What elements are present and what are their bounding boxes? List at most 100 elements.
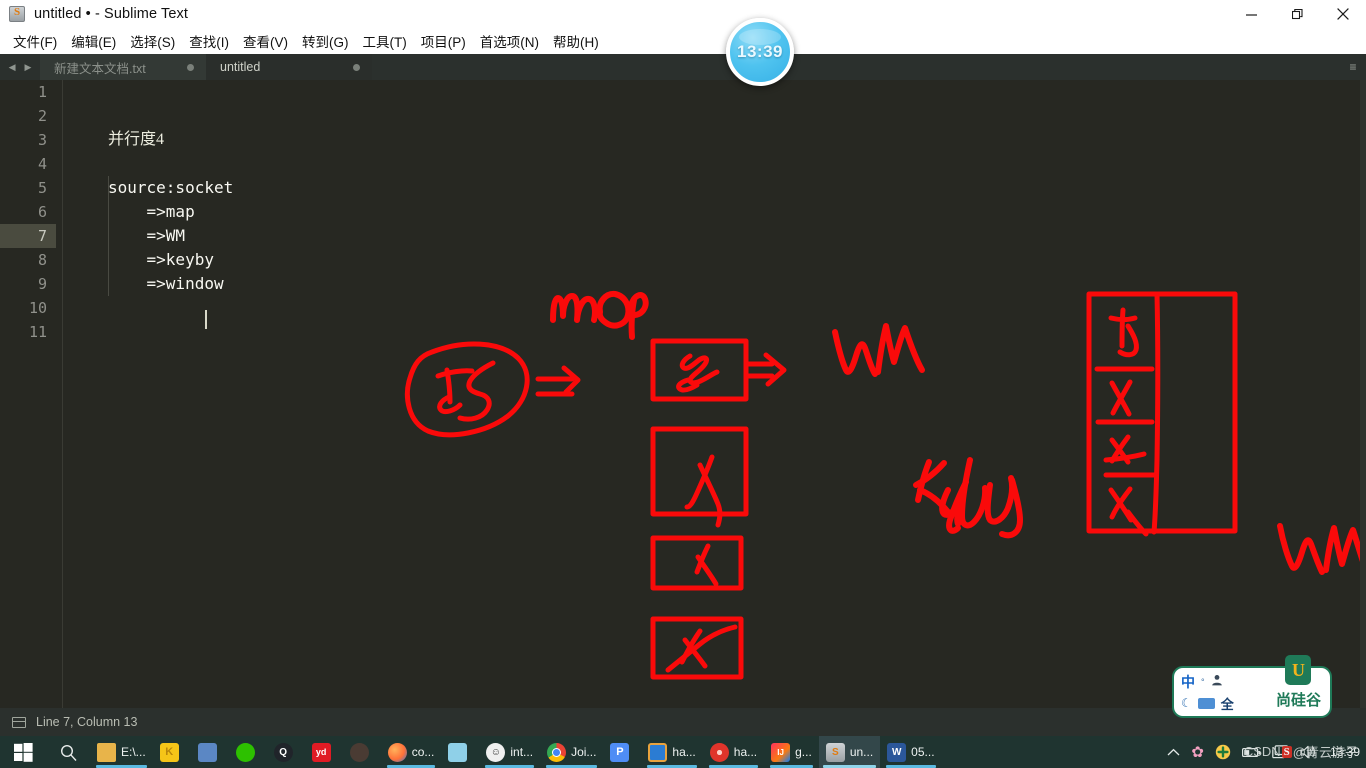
tab-overflow-menu-icon[interactable]: ≡ [1340, 54, 1366, 80]
tab-label: untitled [220, 60, 261, 74]
taskbar-item-puzzle[interactable] [441, 736, 479, 768]
floating-clock-time: 13:39 [737, 42, 783, 61]
youdao-icon: yd [311, 742, 331, 762]
ime-mode-label[interactable]: 中 [1181, 672, 1195, 692]
keyboard-icon[interactable] [1197, 697, 1215, 709]
menu-project[interactable]: 项目(P) [414, 28, 473, 54]
taskbar-item-wechat[interactable] [229, 736, 267, 768]
line-number: 3 [37, 131, 47, 149]
taskbar-item-firefox[interactable]: co... [381, 736, 442, 768]
csdn-watermark: CSDN S @青云游子 [1244, 742, 1358, 761]
layout-icon[interactable] [12, 716, 26, 728]
avatar-icon [349, 742, 369, 762]
taskbar-item-hadoop-1[interactable]: ha... [641, 736, 702, 768]
taskbar-item-label: ha... [733, 745, 758, 759]
spiral-icon [709, 742, 729, 762]
windows-start-icon[interactable] [0, 736, 46, 768]
pycharm-icon: P [610, 742, 630, 762]
ime-row-top: 中 ° [1181, 672, 1234, 692]
close-button[interactable] [1320, 0, 1366, 28]
line-number: 1 [37, 83, 47, 101]
line-number: 8 [37, 251, 47, 269]
taskbar-item-label: E:\... [121, 745, 146, 759]
tab-new-text-document[interactable]: 新建文本文档.txt [40, 54, 206, 80]
tab-untitled[interactable]: untitled [206, 54, 372, 80]
menu-view[interactable]: 查看(V) [236, 28, 295, 54]
screen: untitled • - Sublime Text 文件(F) 编辑(E) [0, 0, 1366, 768]
status-bar: Line 7, Column 13 [0, 708, 1366, 736]
code-content[interactable]: 并行度4 source:socket =>map =>WM =>keyby =>… [64, 80, 1344, 708]
taskbar-item-kugou[interactable]: K [153, 736, 191, 768]
tab-prev-icon[interactable]: ◀ [9, 62, 16, 73]
tab-label: 新建文本文档.txt [54, 61, 146, 76]
menu-help[interactable]: 帮助(H) [546, 28, 606, 54]
ime-language-bar[interactable]: 中 ° ☾ 全 U 尚硅谷 [1172, 655, 1332, 718]
taskbar: E:\... K Q yd co... ☺ int... Joi... P ha… [0, 736, 1366, 768]
taskbar-item-explorer[interactable]: E:\... [90, 736, 153, 768]
ime-punctuation-icon[interactable]: ° [1201, 677, 1205, 687]
line-number: 4 [37, 155, 47, 173]
editor-scrollbar[interactable] [1360, 80, 1366, 708]
taskbar-item-intellij-idea[interactable]: IJ g... [764, 736, 819, 768]
title-bar: untitled • - Sublime Text [0, 0, 1366, 28]
user-icon[interactable] [1211, 673, 1223, 691]
search-icon[interactable] [46, 736, 90, 768]
menu-file[interactable]: 文件(F) [6, 28, 64, 54]
floating-clock-widget[interactable]: 13:39 [726, 18, 794, 86]
editor-area[interactable]: 1 2 3 4 5 6 7 8 9 10 11 并行度4 source:sock… [0, 80, 1366, 708]
menu-bar: 文件(F) 编辑(E) 选择(S) 查找(I) 查看(V) 转到(G) 工具(T… [0, 28, 1366, 54]
word-icon: W [887, 742, 907, 762]
ime-row-bottom: ☾ 全 [1181, 694, 1234, 713]
tab-dirty-dot[interactable] [353, 63, 360, 71]
menu-find[interactable]: 查找(I) [182, 28, 236, 54]
ime-width-label[interactable]: 全 [1221, 694, 1234, 713]
notes-icon [197, 742, 217, 762]
line-number: 9 [37, 275, 47, 293]
code-line: =>keyby [108, 250, 214, 269]
watermark-prefix: CSDN [1243, 744, 1281, 759]
atguigu-logo-icon: U [1285, 655, 1312, 685]
watermark-badge: S [1281, 745, 1292, 758]
taskbar-item-pycharm[interactable]: P [603, 736, 641, 768]
menu-selection[interactable]: 选择(S) [123, 28, 182, 54]
menu-goto[interactable]: 转到(G) [295, 28, 356, 54]
taskbar-item-hadoop-2[interactable]: ha... [703, 736, 764, 768]
taskbar-item-intellij-tool[interactable]: ☺ int... [479, 736, 540, 768]
chrome-icon [547, 742, 567, 762]
taskbar-item-label: un... [849, 745, 874, 759]
line-number: 11 [28, 323, 47, 341]
update-icon[interactable] [1215, 744, 1231, 760]
taskbar-item-avatar-app[interactable] [343, 736, 381, 768]
taskbar-item-label: g... [795, 745, 812, 759]
gutter-divider [62, 80, 63, 708]
tab-dirty-dot[interactable] [187, 63, 194, 71]
moon-icon[interactable]: ☾ [1181, 696, 1192, 710]
taskbar-item-youdao[interactable]: yd [305, 736, 343, 768]
tab-next-icon[interactable]: ▶ [25, 62, 32, 73]
ime-brand[interactable]: U 尚硅谷 [1276, 655, 1323, 710]
taskbar-item-label: int... [510, 745, 534, 759]
intellij-icon: IJ [771, 742, 791, 762]
restore-button[interactable] [1274, 0, 1320, 28]
menu-edit[interactable]: 编辑(E) [64, 28, 123, 54]
minimize-button[interactable] [1228, 0, 1274, 28]
puzzle-icon [448, 742, 468, 762]
kugou-icon: K [159, 742, 179, 762]
hadoop-icon [648, 742, 668, 762]
text-caret [205, 310, 207, 329]
tab-bar: ◀ ▶ 新建文本文档.txt untitled ≡ [0, 54, 1366, 80]
menu-tools[interactable]: 工具(T) [356, 28, 414, 54]
menu-preferences[interactable]: 首选项(N) [473, 28, 546, 54]
ime-controls: 中 ° ☾ 全 [1181, 672, 1234, 713]
taskbar-item-chrome[interactable]: Joi... [540, 736, 603, 768]
line-number: 2 [37, 107, 47, 125]
sublime-icon: S [825, 742, 845, 762]
taskbar-item-sublime-text[interactable]: S un... [818, 736, 881, 768]
taskbar-item-word[interactable]: W 05... [880, 736, 941, 768]
taskbar-item-qq[interactable]: Q [267, 736, 305, 768]
taskbar-item-notes[interactable] [191, 736, 229, 768]
chevron-up-icon[interactable] [1167, 748, 1180, 757]
sakura-icon[interactable]: ✿ [1191, 743, 1204, 761]
